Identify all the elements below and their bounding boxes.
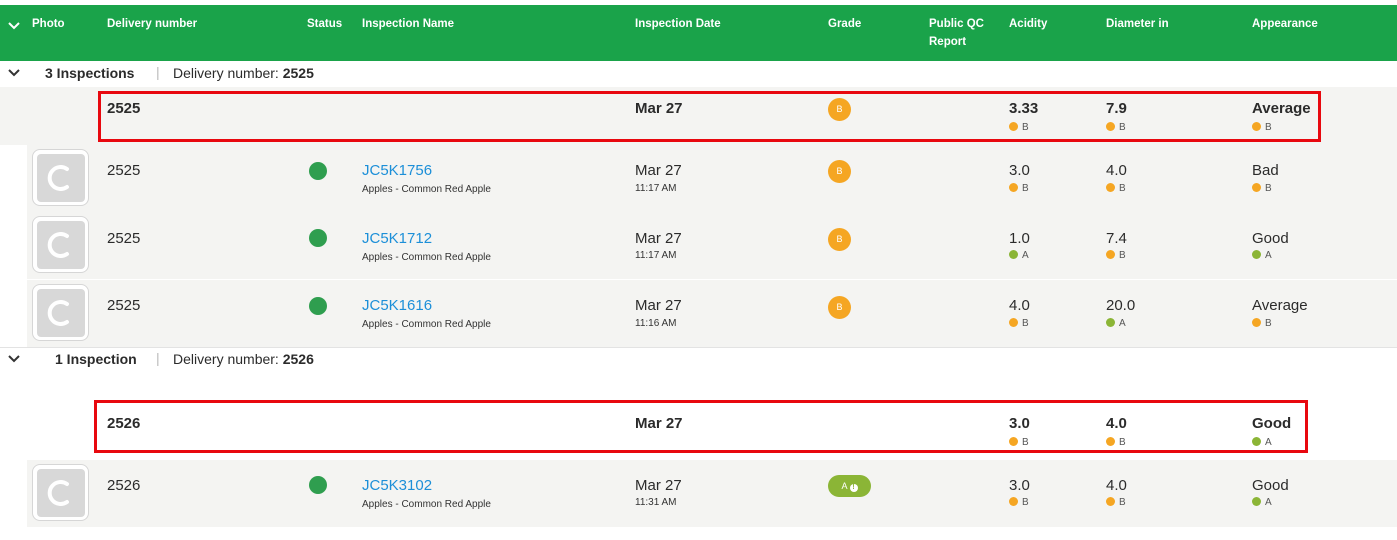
delivery-number: 2526 <box>282 351 314 367</box>
loading-icon <box>47 480 69 506</box>
product-name: Apples - Common Red Apple <box>362 184 491 195</box>
row-acidity: 3.0 <box>1009 477 1030 494</box>
col-photo[interactable]: Photo <box>32 15 65 33</box>
row-appearance: Average <box>1252 297 1308 314</box>
group-delivery: Delivery number: 2526 <box>173 351 314 367</box>
row-acidity: 3.0 <box>1009 162 1030 179</box>
group-header[interactable]: 3 Inspections | Delivery number: 2525 <box>0 61 1397 87</box>
inspection-link[interactable]: JC5K1616 <box>362 297 432 314</box>
loading-icon <box>47 232 69 258</box>
photo-thumbnail[interactable] <box>32 464 89 521</box>
separator: | <box>156 64 160 80</box>
col-public-qc-report[interactable]: Public QC Report <box>929 15 984 51</box>
row-acidity: 1.0 <box>1009 230 1030 247</box>
separator: | <box>156 350 160 366</box>
loading-icon <box>47 165 69 191</box>
acidity-grade: B <box>1009 497 1029 508</box>
acidity-grade: A <box>1009 250 1029 261</box>
appearance-grade: A <box>1252 250 1272 261</box>
col-inspection-date[interactable]: Inspection Date <box>635 15 721 33</box>
table-row[interactable]: 2525 JC5K1616 Apples - Common Red Apple … <box>27 280 1397 347</box>
row-date: Mar 27 <box>635 162 682 179</box>
delivery-label: Delivery number: <box>173 351 279 367</box>
row-delivery: 2525 <box>107 230 141 247</box>
loading-icon <box>47 300 69 326</box>
inspection-count: 3 Inspections <box>45 65 135 81</box>
chevron-down-icon[interactable] <box>8 68 20 78</box>
appearance-grade: B <box>1252 183 1272 194</box>
diameter-grade: B <box>1106 250 1126 261</box>
group-delivery: Delivery number: 2525 <box>173 65 314 81</box>
table-header: Photo Delivery number Status Inspection … <box>0 5 1397 61</box>
row-delivery: 2526 <box>107 477 141 494</box>
col-public-qc-line1: Public QC <box>929 18 984 30</box>
grade-badge: B <box>828 296 851 319</box>
diameter-grade: B <box>1106 183 1126 194</box>
inspection-link[interactable]: JC5K3102 <box>362 477 432 494</box>
appearance-grade: A <box>1252 497 1272 508</box>
photo-thumbnail[interactable] <box>32 284 89 341</box>
grade-badge[interactable]: A! <box>828 475 871 497</box>
col-appearance[interactable]: Appearance <box>1252 15 1318 33</box>
row-delivery: 2525 <box>107 297 141 314</box>
inspection-count: 1 Inspection <box>55 351 137 367</box>
row-date: Mar 27 <box>635 230 682 247</box>
grade-badge: B <box>828 228 851 251</box>
product-name: Apples - Common Red Apple <box>362 499 491 510</box>
photo-thumbnail[interactable] <box>32 216 89 273</box>
diameter-grade: A <box>1106 318 1126 329</box>
row-diameter: 20.0 <box>1106 297 1136 314</box>
grade-badge: B <box>828 160 851 183</box>
col-grade[interactable]: Grade <box>828 15 861 33</box>
chevron-down-icon[interactable] <box>8 354 20 364</box>
appearance-grade: B <box>1252 318 1272 329</box>
product-name: Apples - Common Red Apple <box>362 252 491 263</box>
acidity-grade: B <box>1009 183 1029 194</box>
row-appearance: Bad <box>1252 162 1279 179</box>
diameter-grade: B <box>1106 497 1126 508</box>
row-delivery: 2525 <box>107 162 141 179</box>
photo-thumbnail[interactable] <box>32 149 89 206</box>
row-time: 11:17 AM <box>635 183 677 194</box>
row-diameter: 4.0 <box>1106 162 1127 179</box>
highlight-box <box>98 91 1321 142</box>
row-date: Mar 27 <box>635 297 682 314</box>
highlight-box <box>94 400 1308 453</box>
row-time: 11:16 AM <box>635 318 677 329</box>
col-acidity[interactable]: Acidity <box>1009 15 1047 33</box>
status-icon <box>309 297 327 315</box>
row-appearance: Good <box>1252 477 1289 494</box>
status-icon <box>309 162 327 180</box>
delivery-label: Delivery number: <box>173 65 279 81</box>
table-row[interactable]: 2526 JC5K3102 Apples - Common Red Apple … <box>27 460 1397 527</box>
status-icon <box>309 229 327 247</box>
col-public-qc-line2: Report <box>929 36 967 48</box>
row-date: Mar 27 <box>635 477 682 494</box>
row-diameter: 4.0 <box>1106 477 1127 494</box>
acidity-grade: B <box>1009 318 1029 329</box>
row-time: 11:31 AM <box>635 497 677 508</box>
row-acidity: 4.0 <box>1009 297 1030 314</box>
col-status[interactable]: Status <box>307 15 342 33</box>
col-inspection-name[interactable]: Inspection Name <box>362 15 454 33</box>
row-appearance: Good <box>1252 230 1289 247</box>
col-delivery-number[interactable]: Delivery number <box>107 15 197 33</box>
row-time: 11:17 AM <box>635 250 677 261</box>
group-header[interactable]: 1 Inspection | Delivery number: 2526 <box>0 347 1397 373</box>
inspection-link[interactable]: JC5K1712 <box>362 230 432 247</box>
inspection-link[interactable]: JC5K1756 <box>362 162 432 179</box>
info-icon[interactable]: ! <box>849 484 858 492</box>
delivery-number: 2525 <box>282 65 314 81</box>
table-row[interactable]: 2525 JC5K1712 Apples - Common Red Apple … <box>27 212 1397 279</box>
product-name: Apples - Common Red Apple <box>362 319 491 330</box>
row-diameter: 7.4 <box>1106 230 1127 247</box>
status-icon <box>309 476 327 494</box>
grade-value: A <box>841 481 848 491</box>
chevron-down-icon[interactable] <box>8 21 20 31</box>
table-row[interactable]: 2525 JC5K1756 Apples - Common Red Apple … <box>27 145 1397 212</box>
col-diameter[interactable]: Diameter in <box>1106 15 1169 33</box>
